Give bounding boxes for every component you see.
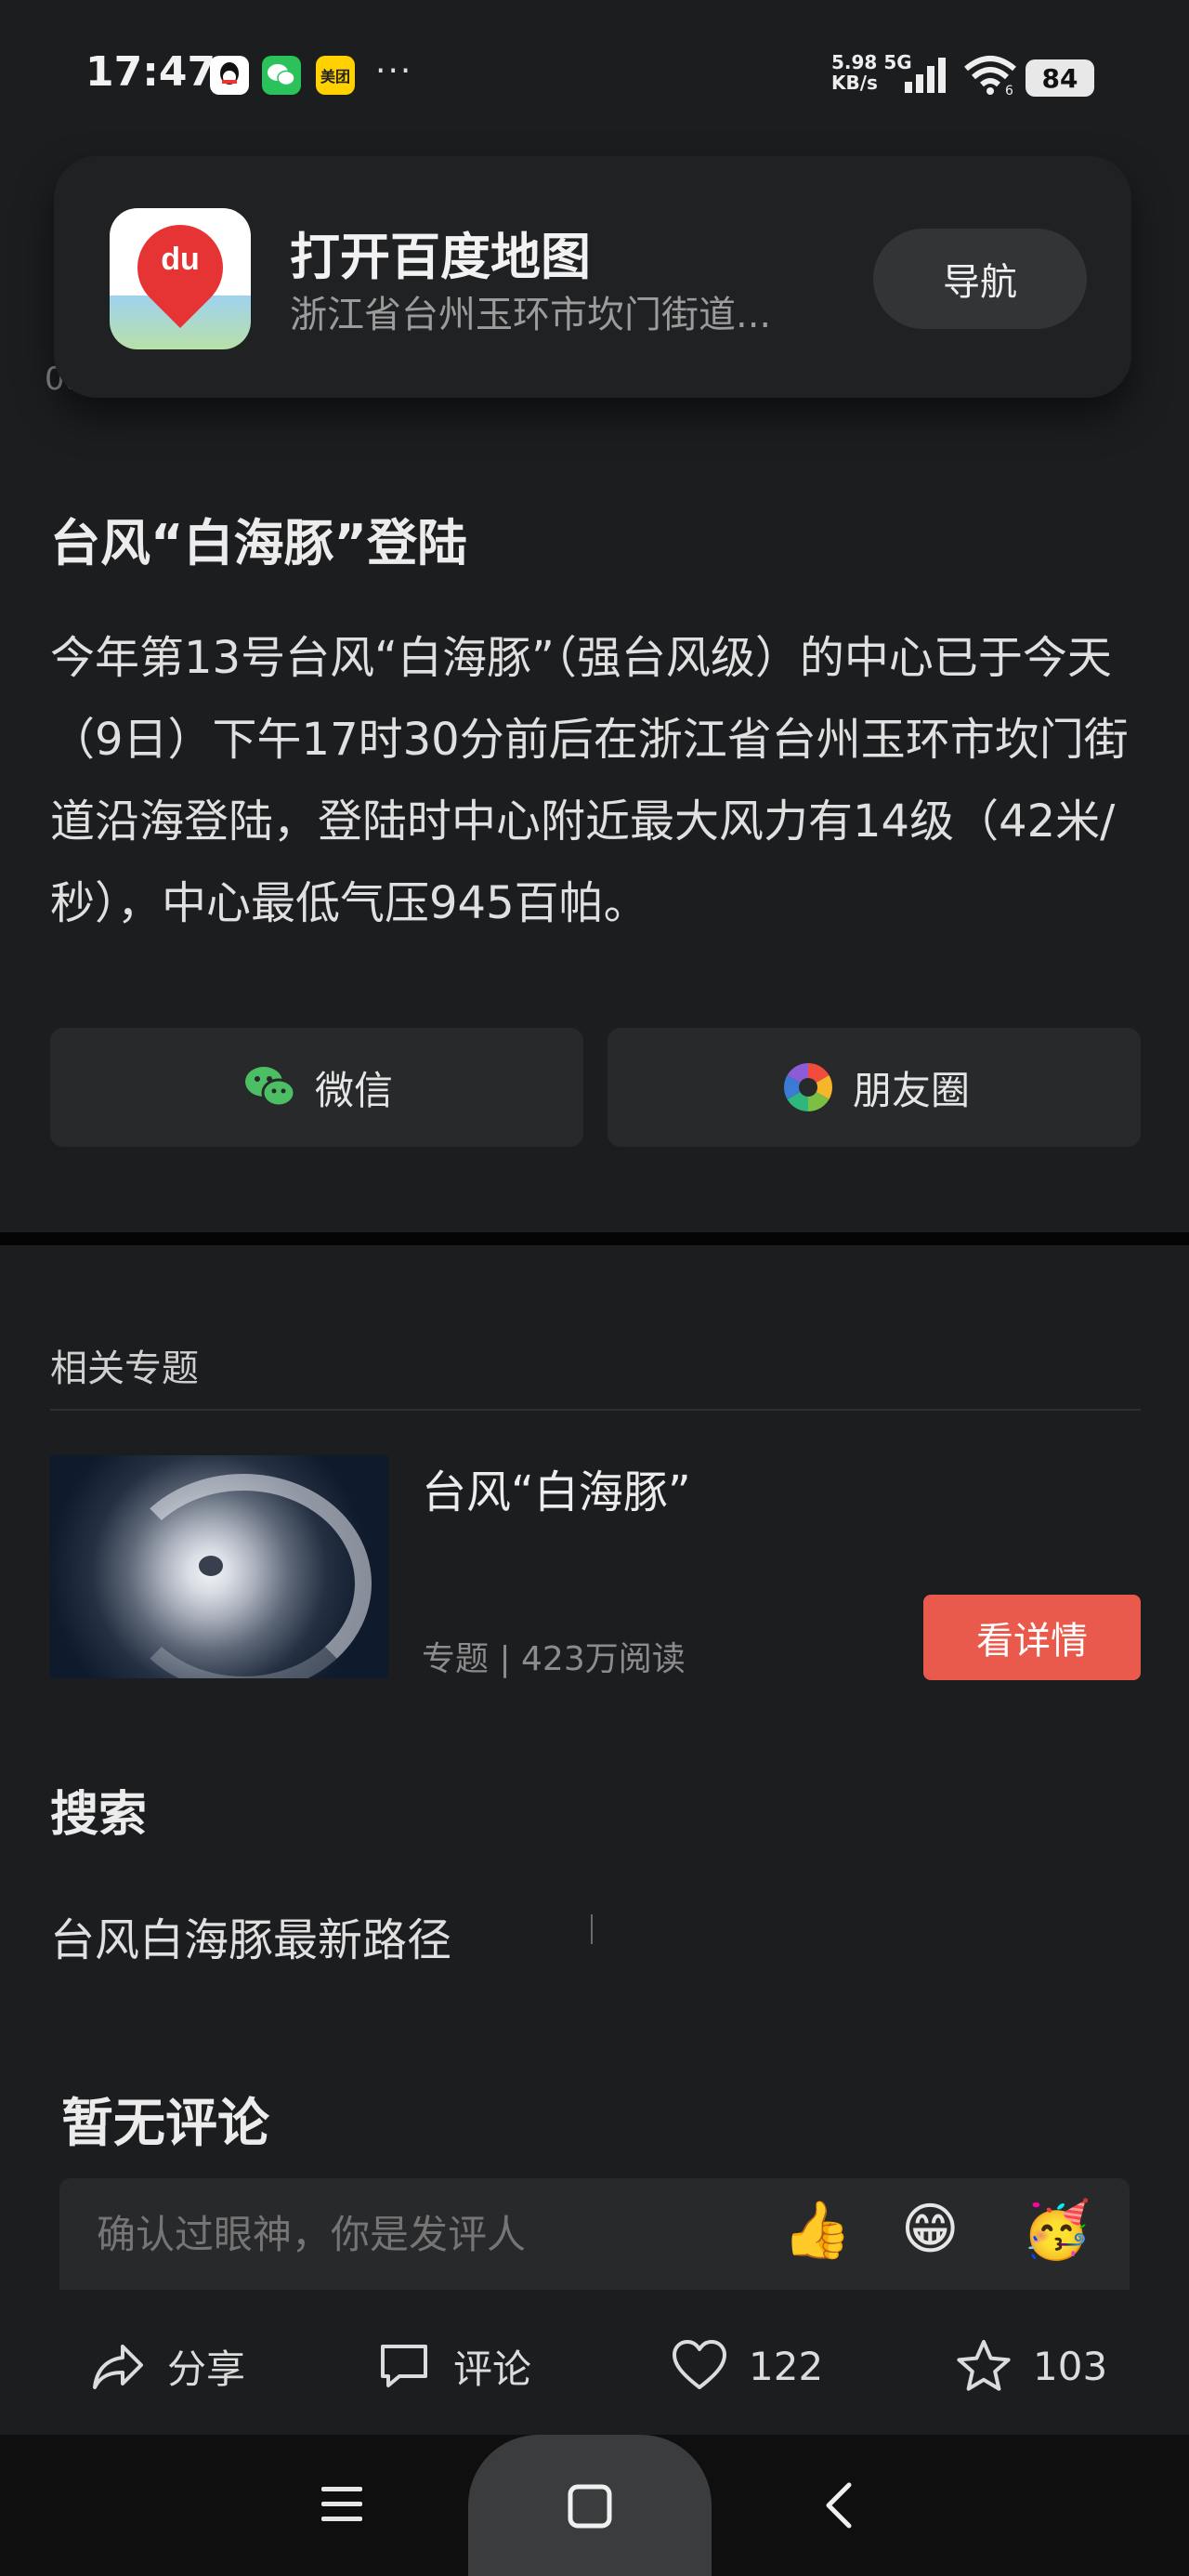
comment-icon — [381, 2345, 427, 2387]
article-title: 台风“白海豚”登陆 — [50, 514, 467, 572]
baidu-map-logo: du — [110, 208, 251, 349]
net-speed: 5.98 5G KB/s — [831, 51, 912, 94]
baidu-map-banner[interactable]: du 打开百度地图 浙江省台州玉环市坎门街道... 导航 — [54, 156, 1131, 398]
search-separator — [591, 1914, 593, 1944]
back-icon[interactable] — [819, 2479, 856, 2531]
share-action-label: 分享 — [167, 2346, 246, 2392]
share-moments-label: 朋友圈 — [852, 1067, 970, 1113]
search-section-title: 搜索 — [50, 1787, 148, 1843]
article-body: 今年第13号台风“白海豚”（强台风级）的中心已于今天（9日）下午17时30分前后… — [50, 632, 1129, 929]
topic-title[interactable]: 台风“白海豚” — [422, 1455, 691, 1520]
battery-indicator: 84 — [1026, 59, 1094, 97]
share-moments-button[interactable]: 朋友圈 — [608, 1028, 1141, 1147]
meituan-icon: 美团 — [316, 56, 355, 95]
share-wechat-label: 微信 — [314, 1067, 393, 1113]
more-notifications-icon: ··· — [375, 52, 413, 90]
like-action[interactable]: 122 — [671, 2329, 823, 2403]
wechat-icon — [262, 56, 301, 95]
map-logo-text: du — [161, 242, 200, 277]
topic-meta: 专题 | 423万阅读 — [422, 1640, 686, 1678]
share-arrow-icon — [93, 2345, 143, 2389]
signal-icon — [905, 58, 946, 93]
comment-action-label: 评论 — [453, 2346, 532, 2392]
typhoon-satellite-image[interactable] — [50, 1455, 388, 1678]
home-button[interactable] — [468, 2435, 712, 2576]
thumbs-up-emoji-icon[interactable]: 👍 — [782, 2197, 852, 2263]
svg-text:6: 6 — [1005, 84, 1013, 97]
menu-icon[interactable] — [320, 2483, 366, 2526]
share-action[interactable]: 分享 — [89, 2329, 245, 2403]
favorite-count: 103 — [1033, 2343, 1108, 2389]
system-nav-bar — [0, 2435, 1189, 2576]
favorite-action[interactable]: 103 — [955, 2329, 1107, 2403]
status-time: 17:47 — [85, 48, 216, 96]
map-banner-title: 打开百度地图 — [290, 228, 591, 286]
comments-title: 暂无评论 — [61, 2094, 269, 2154]
comment-box[interactable]: 👍 😁 🥳 — [59, 2178, 1130, 2290]
navigate-button[interactable]: 导航 — [873, 229, 1087, 329]
map-banner-address: 浙江省台州玉环市坎门街道... — [290, 294, 772, 336]
comment-action[interactable]: 评论 — [375, 2329, 531, 2403]
party-emoji-icon[interactable]: 🥳 — [1022, 2197, 1091, 2263]
section-divider — [0, 1232, 1189, 1245]
home-square-icon — [568, 2484, 612, 2529]
view-details-button[interactable]: 看详情 — [923, 1595, 1141, 1680]
share-wechat-button[interactable]: 微信 — [50, 1028, 583, 1147]
wechat-icon — [244, 1067, 296, 1108]
qq-icon — [210, 56, 249, 95]
grin-emoji-icon[interactable]: 😁 — [901, 2197, 960, 2262]
divider — [50, 1409, 1141, 1411]
heart-icon — [673, 2340, 726, 2389]
search-suggestion[interactable]: 台风白海豚最新路径 — [50, 1903, 451, 1968]
like-count: 122 — [749, 2343, 824, 2389]
comment-input[interactable] — [97, 2212, 747, 2257]
star-icon — [957, 2340, 1011, 2391]
related-topics-label: 相关专题 — [50, 1347, 199, 1390]
moments-icon — [784, 1063, 832, 1111]
action-bar: 分享 评论 122 103 — [0, 2295, 1189, 2435]
status-bar: 17:47 美团 ··· 5.98 5G KB/s 6 84 — [0, 0, 1189, 158]
wifi-icon: 6 — [964, 56, 1016, 97]
